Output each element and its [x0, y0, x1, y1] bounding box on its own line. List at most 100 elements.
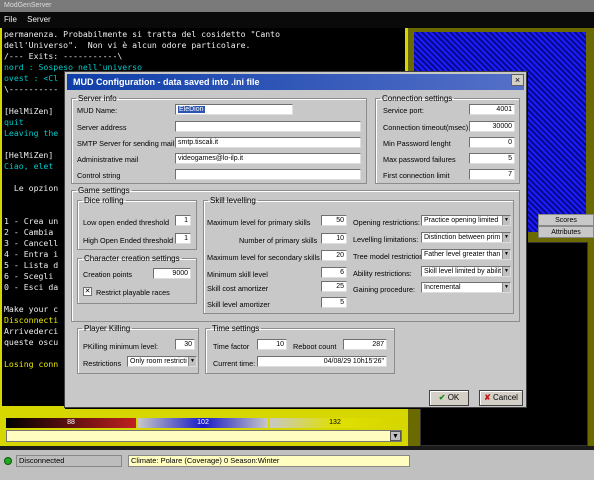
dice-rolling-legend: Dice rolling	[84, 196, 124, 205]
command-dropdown-icon[interactable]: ▼	[390, 431, 401, 441]
chevron-down-icon[interactable]: ▼	[188, 357, 196, 366]
game-settings-legend: Game settings	[78, 186, 130, 195]
check-icon: ✔	[438, 393, 446, 402]
mud-name-label: MUD Name:	[77, 106, 118, 115]
max-password-failures-label: Max password failures	[383, 155, 456, 164]
cancel-button[interactable]: ✘ Cancel	[479, 390, 523, 406]
levelling-limitations-label: Levelling limitations:	[353, 235, 419, 244]
mud-configuration-dialog: MUD Configuration - data saved into .ini…	[64, 71, 527, 408]
ability-restrictions-value: Skill level limited by abilit	[424, 268, 502, 275]
cancel-label: Cancel	[493, 393, 518, 402]
opening-restrictions-select[interactable]: Practice opening limited ▼	[421, 215, 511, 226]
gauge-movement: 132	[270, 418, 400, 428]
max-primary-field[interactable]: 50	[321, 215, 347, 226]
dialog-title: MUD Configuration - data saved into .ini…	[67, 74, 524, 90]
connection-settings-legend: Connection settings	[382, 94, 453, 103]
right-tabs: Scores Attributes	[538, 214, 594, 238]
pk-min-level-field[interactable]: 30	[175, 339, 195, 350]
high-threshold-field[interactable]: 1	[175, 233, 191, 244]
current-time-field: 04/08/29 10h15'26"	[257, 356, 387, 367]
first-connection-field[interactable]: 7	[469, 169, 515, 180]
admin-mail-label: Administrative mail	[77, 155, 139, 164]
min-password-field[interactable]: 0	[469, 137, 515, 148]
server-address-label: Server address	[77, 123, 127, 132]
high-threshold-label: High Open Ended threshold	[83, 236, 174, 245]
tree-model-value: Father level greater than	[424, 251, 501, 258]
chevron-down-icon[interactable]: ▼	[502, 216, 510, 225]
time-factor-field[interactable]: 10	[257, 339, 287, 350]
timeout-field[interactable]: 30000	[469, 121, 515, 132]
server-address-field[interactable]	[175, 121, 361, 132]
menu-server[interactable]: Server	[27, 15, 51, 24]
chevron-down-icon[interactable]: ▼	[502, 250, 510, 259]
creation-points-label: Creation points	[83, 270, 133, 279]
smtp-field[interactable]: smtp.tiscali.it	[175, 137, 361, 148]
skill-cost-field[interactable]: 25	[321, 281, 347, 292]
reboot-count-field[interactable]: 287	[343, 339, 387, 350]
levelling-limitations-select[interactable]: Distinction between prim ▼	[421, 232, 511, 243]
cancel-x-icon: ✘	[484, 393, 491, 402]
chevron-down-icon[interactable]: ▼	[502, 267, 510, 276]
num-primary-field[interactable]: 10	[321, 233, 347, 244]
skill-levelling-legend: Skill levelling	[210, 196, 256, 205]
tree-model-select[interactable]: Father level greater than ▼	[421, 249, 511, 260]
max-secondary-label: Maximum level for secondary skills	[207, 253, 320, 262]
max-primary-label: Maximum level for primary skills	[207, 218, 311, 227]
menu-bar: File Server	[0, 12, 594, 28]
command-input[interactable]	[6, 430, 402, 442]
time-settings-legend: Time settings	[212, 324, 260, 333]
gaining-procedure-select[interactable]: Incremental ▼	[421, 282, 511, 293]
console-line: dell'Universo". Non vi è alcun odore par…	[4, 40, 251, 50]
skill-cost-label: Skill cost amortizer	[207, 284, 269, 293]
mud-name-value: EleDion	[178, 106, 205, 113]
connection-status: Disconnected	[16, 455, 122, 467]
gaining-procedure-label: Gaining procedure:	[353, 285, 416, 294]
chevron-down-icon[interactable]: ▼	[502, 233, 510, 242]
restrict-races-label: Restrict playable races	[96, 288, 170, 297]
service-port-field[interactable]: 4001	[469, 104, 515, 115]
reboot-count-label: Reboot count	[293, 342, 337, 351]
ok-button[interactable]: ✔ OK	[429, 390, 469, 406]
smtp-label: SMTP Server for sending mail	[77, 139, 175, 148]
gaining-procedure-value: Incremental	[424, 284, 461, 291]
climate-status: Climate: Polare (Coverage) 0 Season:Wint…	[128, 455, 410, 467]
character-creation-legend: Character creation settings	[84, 254, 180, 263]
close-icon[interactable]: ×	[511, 74, 524, 86]
skill-level-amortizer-label: Skill level amortizer	[207, 300, 270, 309]
tree-model-label: Tree model restriction	[353, 252, 424, 261]
menu-file[interactable]: File	[4, 15, 17, 24]
max-password-failures-field[interactable]: 5	[469, 153, 515, 164]
levelling-limitations-value: Distinction between prim	[424, 234, 501, 241]
control-string-label: Control string	[77, 171, 121, 180]
first-connection-label: First connection limit	[383, 171, 450, 180]
ability-restrictions-select[interactable]: Skill level limited by abilit ▼	[421, 266, 511, 277]
admin-mail-field[interactable]: videogames@lo-ilp.it	[175, 153, 361, 164]
connection-led-icon	[4, 457, 12, 465]
gauge-mana: 102	[138, 418, 268, 428]
window-title: ModGenServer	[0, 0, 594, 12]
pk-restrictions-value: Only room restricti	[130, 358, 187, 365]
creation-points-field[interactable]: 9000	[153, 268, 191, 279]
service-port-label: Service port:	[383, 106, 424, 115]
console-line: permanenza. Probabilmente si tratta del …	[4, 29, 281, 39]
mud-name-field[interactable]: EleDion	[175, 104, 293, 115]
max-secondary-field[interactable]: 20	[321, 250, 347, 261]
chevron-down-icon[interactable]: ▼	[502, 283, 510, 292]
timeout-label: Connection timeout(msec)	[383, 123, 469, 132]
skill-level-amortizer-field[interactable]: 5	[321, 297, 347, 308]
low-threshold-label: Low open ended threshold	[83, 218, 170, 227]
tab-attributes[interactable]: Attributes	[538, 226, 594, 238]
tab-scores[interactable]: Scores	[538, 214, 594, 226]
pk-restrictions-select[interactable]: Only room restricti ▼	[127, 356, 197, 367]
min-skill-level-field[interactable]: 6	[321, 267, 347, 278]
restrict-races-checkbox[interactable]: ✕	[83, 287, 92, 296]
pk-min-level-label: PKilling minimum level:	[83, 342, 159, 351]
min-skill-level-label: Minimum skill level	[207, 270, 268, 279]
min-password-label: Min Password lenght	[383, 139, 451, 148]
player-killing-legend: Player Killing	[84, 324, 131, 333]
control-string-field[interactable]	[175, 169, 361, 180]
server-info-legend: Server info	[78, 94, 117, 103]
low-threshold-field[interactable]: 1	[175, 215, 191, 226]
time-factor-label: Time factor	[213, 342, 250, 351]
opening-restrictions-value: Practice opening limited	[424, 217, 499, 224]
